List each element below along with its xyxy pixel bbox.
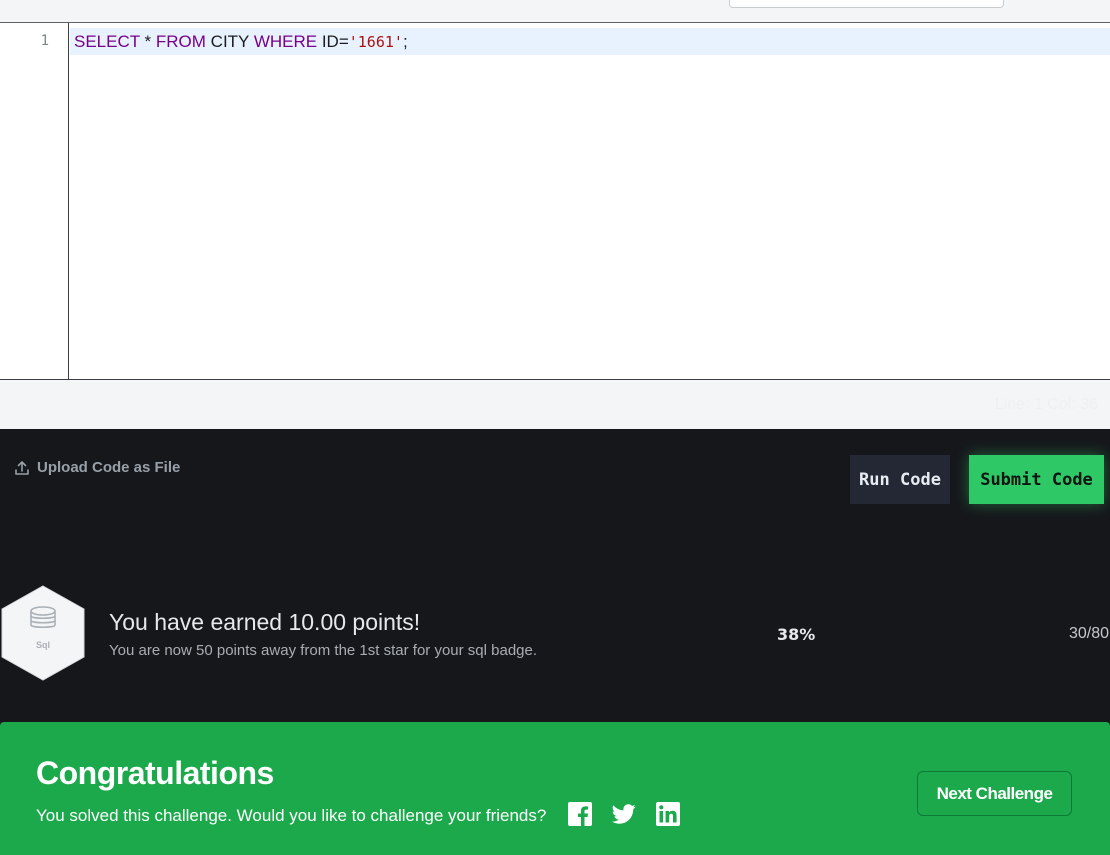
points-away-subtitle: You are now 50 points away from the 1st …: [109, 642, 538, 659]
code-line[interactable]: SELECT * FROM CITY WHERE ID='1661';: [74, 31, 408, 53]
progress-percent: 38%: [777, 625, 816, 644]
code-semicolon: ;: [402, 32, 408, 51]
run-code-button[interactable]: Run Code: [850, 455, 950, 504]
badge-label: Sql: [36, 640, 50, 650]
code-editor[interactable]: 1 SELECT * FROM CITY WHERE ID='1661';: [0, 23, 1110, 380]
sql-badge: Sql: [1, 585, 85, 681]
code-string-value: '1661': [348, 33, 403, 51]
congratulations-title: Congratulations: [36, 755, 274, 791]
editor-top-bar: [0, 0, 1110, 23]
keyword-from: FROM: [155, 32, 206, 51]
linkedin-icon[interactable]: [656, 802, 680, 826]
facebook-icon[interactable]: [568, 802, 592, 826]
editor-status-bar: Line: 1 Col: 36: [0, 380, 1110, 429]
progress-score: 30/80: [1068, 625, 1109, 642]
code-star: *: [139, 32, 156, 51]
language-select[interactable]: [729, 0, 1004, 8]
keyword-select: SELECT: [74, 32, 140, 51]
points-earned-title: You have earned 10.00 points!: [109, 609, 421, 635]
congratulations-panel: Congratulations You solved this challeng…: [0, 722, 1110, 855]
cursor-position: Line: 1 Col: 36: [994, 396, 1098, 413]
upload-label: Upload Code as File: [37, 459, 181, 476]
line-number: 1: [40, 33, 49, 49]
code-condition: ID=: [317, 32, 349, 51]
twitter-icon[interactable]: [612, 802, 636, 826]
line-gutter: 1: [0, 23, 69, 379]
upload-icon: [15, 460, 29, 475]
challenge-friends-message: You solved this challenge. Would you lik…: [36, 806, 547, 825]
submit-code-button[interactable]: Submit Code: [969, 455, 1104, 504]
next-challenge-button[interactable]: Next Challenge: [917, 771, 1072, 816]
upload-code-link[interactable]: Upload Code as File: [14, 459, 180, 476]
code-table: CITY: [205, 32, 254, 51]
keyword-where: WHERE: [253, 32, 318, 51]
